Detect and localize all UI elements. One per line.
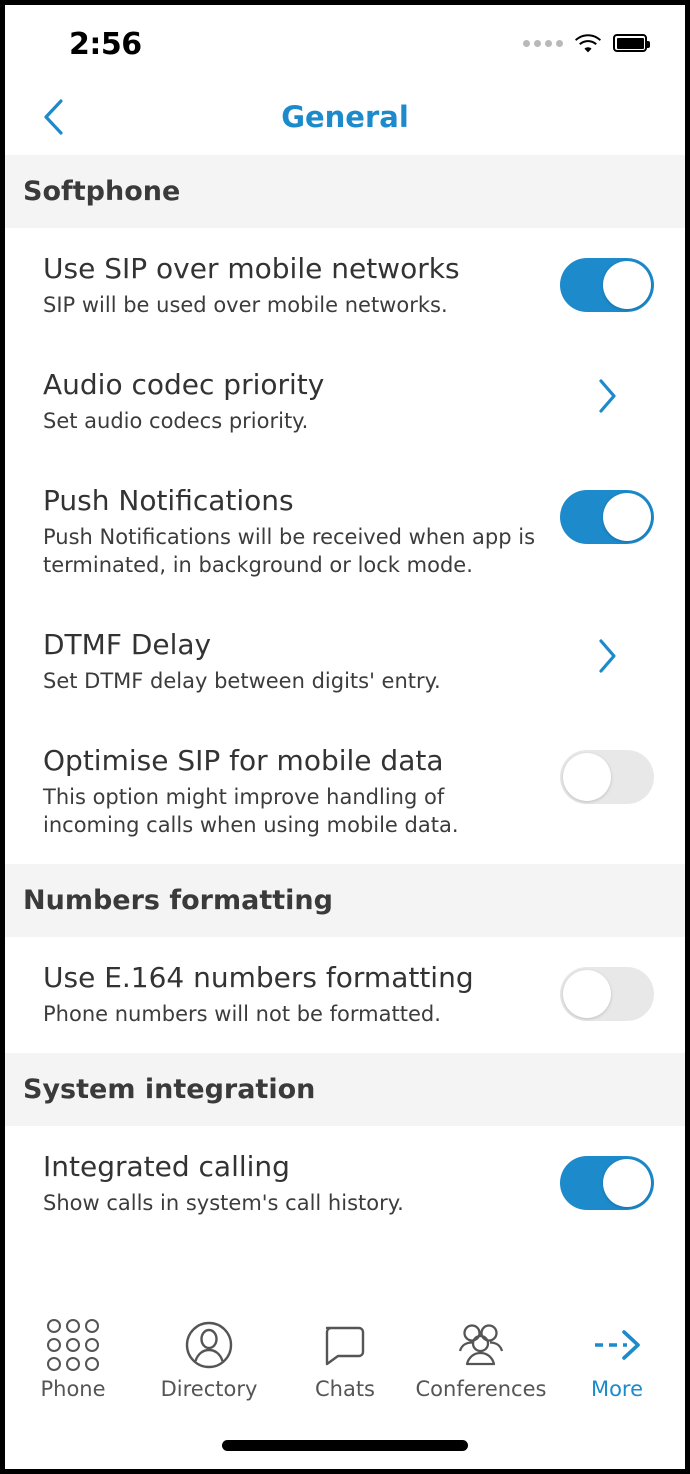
row-accessory <box>559 258 655 312</box>
section-title: Numbers formatting <box>23 884 333 916</box>
tab-chats[interactable]: Chats <box>277 1319 413 1415</box>
toggle-push-notifications[interactable] <box>560 489 654 544</box>
setting-row-use-sip-over-mobile-networks[interactable]: Use SIP over mobile networks SIP will be… <box>5 228 685 344</box>
row-subtitle: Set audio codecs priority. <box>43 408 309 433</box>
toggle-use-e164-numbers-formatting[interactable] <box>560 966 654 1021</box>
toggle-integrated-calling[interactable] <box>560 1155 654 1210</box>
tab-label: More <box>590 1377 644 1401</box>
dialpad-icon <box>47 1319 99 1371</box>
status-bar: 2:56 <box>5 5 685 79</box>
disclosure-chevron-audio-codec-priority[interactable] <box>593 374 621 418</box>
row-subtitle: Show calls in system's call history. <box>43 1190 404 1215</box>
toggle-knob <box>603 492 651 541</box>
contact-icon <box>184 1319 234 1371</box>
row-text-block: DTMF Delay Set DTMF delay between digits… <box>43 628 559 696</box>
toggle-knob <box>563 969 611 1018</box>
tab-label: Directory <box>160 1377 258 1401</box>
setting-row-audio-codec-priority[interactable]: Audio codec priority Set audio codecs pr… <box>5 343 685 460</box>
setting-row-integrated-calling[interactable]: Integrated calling Show calls in system'… <box>5 1125 685 1242</box>
row-accessory <box>559 489 655 544</box>
row-accessory <box>559 749 655 804</box>
section-header-softphone: Softphone <box>5 155 685 228</box>
tab-bar: Phone Directory Chats Conferences More <box>5 1305 685 1469</box>
disclosure-chevron-dtmf-delay[interactable] <box>593 634 621 678</box>
section-header-system-integration: System integration <box>5 1052 685 1126</box>
row-text-block: Integrated calling Show calls in system'… <box>43 1150 559 1218</box>
tab-directory[interactable]: Directory <box>141 1319 277 1415</box>
row-subtitle: SIP will be used over mobile networks. <box>43 293 448 318</box>
tab-label: Chats <box>314 1377 376 1401</box>
section-rows-system-integration: Integrated calling Show calls in system'… <box>5 1125 685 1242</box>
status-bar-time: 2:56 <box>69 27 142 62</box>
row-title: Audio codec priority <box>43 367 325 401</box>
row-title: Use E.164 numbers formatting <box>43 960 474 994</box>
status-bar-indicators <box>523 33 650 53</box>
chat-bubble-icon <box>320 1319 370 1371</box>
toggle-knob <box>563 752 611 801</box>
row-text-block: Audio codec priority Set audio codecs pr… <box>43 368 559 436</box>
settings-list[interactable]: Softphone Use SIP over mobile networks S… <box>5 155 685 1305</box>
chevron-right-icon <box>599 379 616 413</box>
row-title: Integrated calling <box>43 1149 290 1183</box>
group-icon <box>455 1319 507 1371</box>
signal-dots-icon <box>523 39 563 47</box>
device-frame: 2:56 General Softphone Use SIP over mobi… <box>0 0 690 1474</box>
tab-more[interactable]: More <box>549 1319 685 1415</box>
toggle-use-sip-over-mobile-networks[interactable] <box>560 258 654 312</box>
row-text-block: Optimise SIP for mobile data This option… <box>43 744 559 840</box>
row-accessory <box>559 966 655 1021</box>
battery-full-icon <box>613 34 650 52</box>
setting-row-use-e164-numbers-formatting[interactable]: Use E.164 numbers formatting Phone numbe… <box>5 936 685 1053</box>
tab-bar-items: Phone Directory Chats Conferences More <box>5 1305 685 1415</box>
phone-screen: 2:56 General Softphone Use SIP over mobi… <box>5 5 685 1469</box>
row-accessory <box>559 634 655 678</box>
tab-label: Phone <box>40 1377 106 1401</box>
chevron-right-icon <box>599 639 616 673</box>
row-title: Use SIP over mobile networks <box>43 252 460 285</box>
row-subtitle: Phone numbers will not be formatted. <box>43 1001 441 1026</box>
wifi-icon <box>575 34 601 53</box>
home-indicator <box>222 1440 468 1451</box>
tab-conferences[interactable]: Conferences <box>413 1319 549 1415</box>
navigation-bar: General <box>5 79 685 155</box>
setting-row-dtmf-delay[interactable]: DTMF Delay Set DTMF delay between digits… <box>5 603 685 720</box>
row-subtitle: This option might improve handling of in… <box>43 784 459 837</box>
section-header-numbers-formatting: Numbers formatting <box>5 863 685 937</box>
tab-phone[interactable]: Phone <box>5 1319 141 1415</box>
setting-row-push-notifications[interactable]: Push Notifications Push Notifications wi… <box>5 459 685 604</box>
row-text-block: Push Notifications Push Notifications wi… <box>43 484 559 580</box>
row-subtitle: Set DTMF delay between digits' entry. <box>43 668 441 693</box>
section-title: System integration <box>23 1073 316 1105</box>
row-title: Push Notifications <box>43 483 294 517</box>
page-title: General <box>281 100 409 134</box>
arrow-right-dashed-icon <box>591 1319 643 1371</box>
row-accessory <box>559 374 655 418</box>
row-text-block: Use SIP over mobile networks SIP will be… <box>43 252 559 320</box>
row-text-block: Use E.164 numbers formatting Phone numbe… <box>43 961 559 1029</box>
row-title: DTMF Delay <box>43 627 212 661</box>
section-rows-numbers-formatting: Use E.164 numbers formatting Phone numbe… <box>5 936 685 1053</box>
row-title: Optimise SIP for mobile data <box>43 743 444 777</box>
section-title: Softphone <box>23 176 181 207</box>
toggle-optimise-sip-for-mobile-data[interactable] <box>560 749 654 804</box>
section-rows-softphone: Use SIP over mobile networks SIP will be… <box>5 228 685 864</box>
row-accessory <box>559 1155 655 1210</box>
row-subtitle: Push Notifications will be received when… <box>43 524 536 577</box>
toggle-knob <box>603 1158 651 1207</box>
toggle-knob <box>603 261 651 309</box>
tab-label: Conferences <box>415 1377 547 1401</box>
setting-row-optimise-sip-for-mobile-data[interactable]: Optimise SIP for mobile data This option… <box>5 719 685 864</box>
